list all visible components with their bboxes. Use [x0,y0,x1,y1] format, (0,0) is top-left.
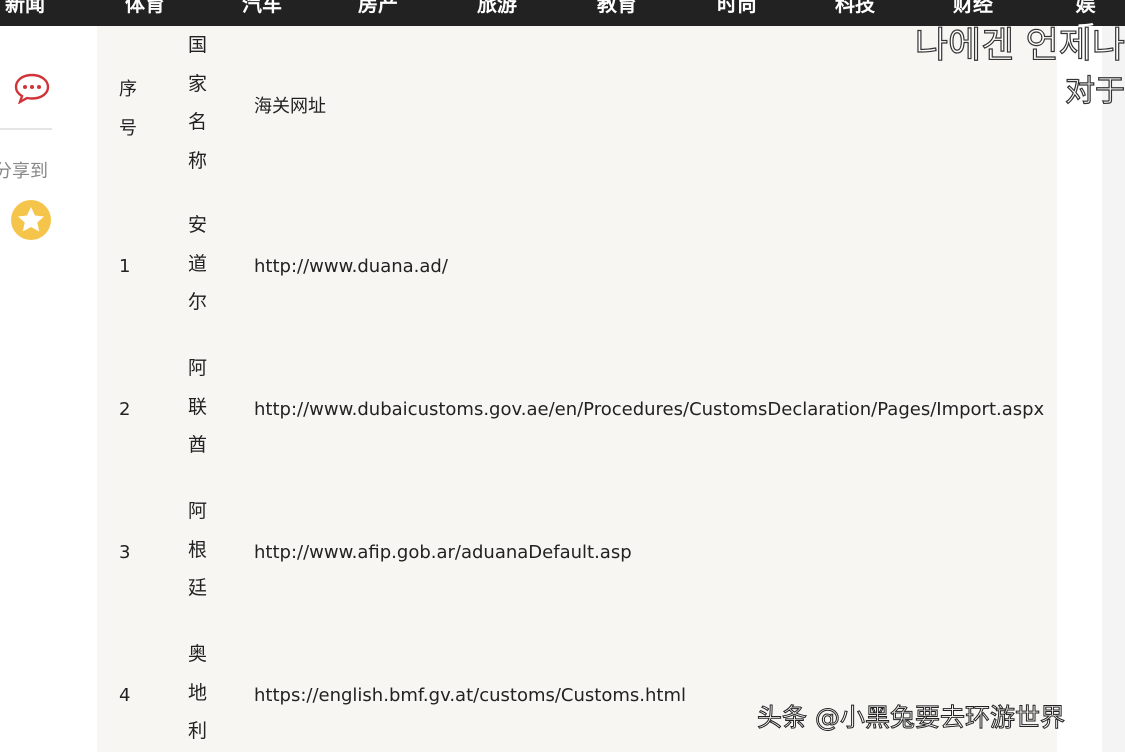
divider [0,128,52,130]
nav-item[interactable]: 财经 [953,0,993,17]
nav-item[interactable]: 新闻 [5,0,45,17]
row-country: 阿根廷 [188,492,210,608]
row-country: 安道尔 [188,206,210,322]
right-gutter [1102,26,1125,752]
row-url[interactable]: http://www.duana.ad/ [254,256,448,277]
comment-icon[interactable] [13,72,51,104]
video-subtitle-korean: 나에겐 언제나 [915,16,1125,68]
row-index: 3 [119,542,130,563]
nav-item[interactable]: 旅游 [477,0,517,17]
nav-item[interactable]: 科技 [835,0,875,17]
header-url: 海关网址 [254,92,326,118]
share-label: 分享到 [0,157,48,183]
customs-table: 序号 国家名称 海关网址 1 安道尔 http://www.duana.ad/ … [97,26,1057,752]
left-sidebar [0,26,97,752]
qzone-star-icon[interactable] [11,200,51,240]
row-index: 1 [119,256,130,277]
row-country: 奥地利 [188,635,210,751]
header-country: 国家名称 [188,26,210,180]
video-subtitle-chinese: 对于 [1065,66,1125,110]
row-url[interactable]: http://www.afip.gob.ar/aduanaDefault.asp [254,542,632,563]
row-index: 4 [119,685,130,706]
row-index: 2 [119,399,130,420]
row-country: 阿联酋 [188,349,210,465]
nav-item[interactable]: 房产 [358,0,398,17]
nav-item[interactable]: 汽车 [242,0,282,17]
header-index: 序号 [119,70,141,148]
row-url[interactable]: https://english.bmf.gv.at/customs/Custom… [254,685,686,706]
watermark: 头条 @小黑兔要去环游世界 [757,698,1065,734]
nav-item[interactable]: 教育 [597,0,637,17]
row-url[interactable]: http://www.dubaicustoms.gov.ae/en/Proced… [254,399,1044,420]
nav-item[interactable]: 时尚 [717,0,757,17]
nav-item[interactable]: 体育 [125,0,165,17]
